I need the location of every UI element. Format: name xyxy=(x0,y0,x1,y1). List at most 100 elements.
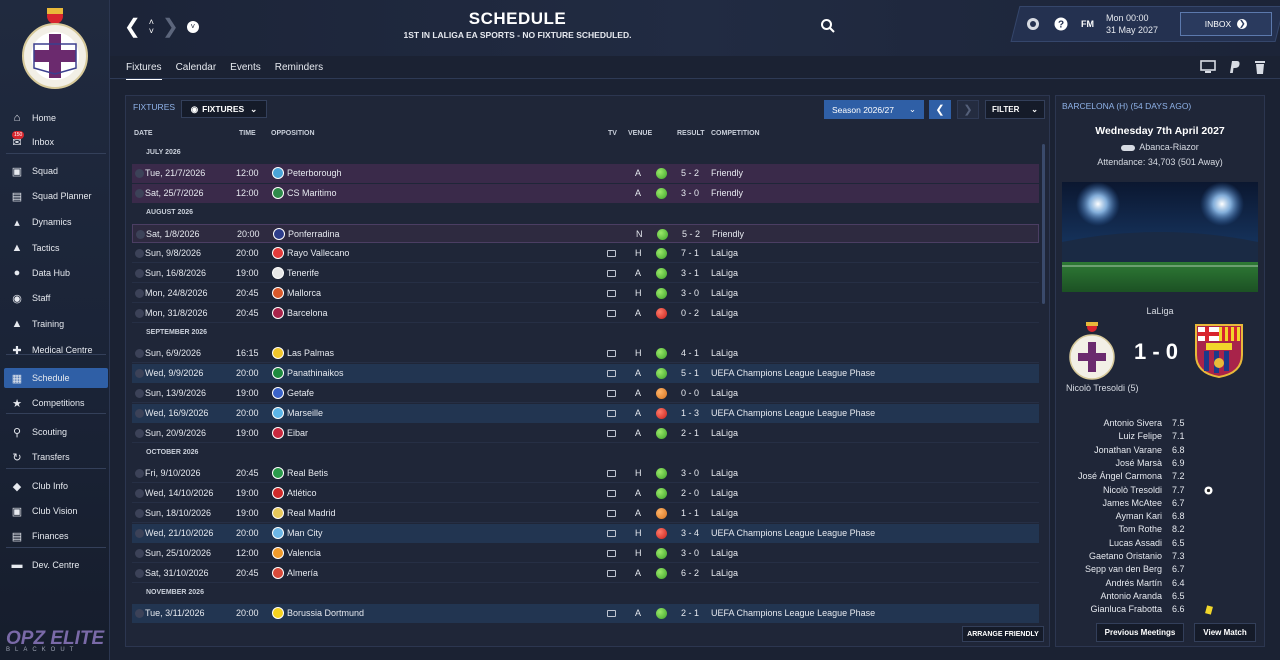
match-heading[interactable]: BARCELONA (H) (54 DAYS AGO) xyxy=(1062,101,1191,111)
goal-scorer[interactable]: Nicolò Tresoldi (5) xyxy=(1066,383,1139,393)
fixture-result[interactable]: 3 - 0 xyxy=(681,548,699,558)
fm-logo[interactable]: FM xyxy=(1081,19,1094,29)
select-dot[interactable] xyxy=(135,349,144,358)
col-result[interactable]: RESULT xyxy=(677,130,704,137)
select-dot[interactable] xyxy=(135,509,144,518)
opponent-name[interactable]: Real Betis xyxy=(287,468,328,478)
fixture-row[interactable]: Sat, 1/8/2026 20:00 Ponferradina N 5 - 2 Frie… xyxy=(132,224,1039,243)
select-dot[interactable] xyxy=(135,309,144,318)
fixture-competition[interactable]: UEFA Champions League League Phase xyxy=(711,408,875,418)
opponent-name[interactable]: Peterborough xyxy=(287,168,342,178)
fixture-row[interactable]: Tue, 3/11/2026 20:00 Borussia Dortmund A 2 -… xyxy=(132,604,1039,623)
fixture-row[interactable]: Sun, 18/10/2026 19:00 Real Madrid A 1 - 1 LaL… xyxy=(132,504,1039,523)
fixture-result[interactable]: 1 - 3 xyxy=(681,408,699,418)
select-dot[interactable] xyxy=(135,369,144,378)
fixture-row[interactable]: Mon, 24/8/2026 20:45 Mallorca H 3 - 0 LaLiga xyxy=(132,284,1039,303)
col-date[interactable]: DATE xyxy=(134,130,153,137)
fixture-competition[interactable]: LaLiga xyxy=(711,288,738,298)
monitor-icon[interactable] xyxy=(1200,59,1216,75)
sidebar-item-tactics[interactable]: ▲ Tactics xyxy=(4,238,108,258)
fixture-row[interactable]: Sat, 31/10/2026 20:45 Almería A 6 - 2 LaLiga xyxy=(132,564,1039,583)
lineup-player-row[interactable]: José Ángel Carmona 7.2 xyxy=(1056,471,1264,484)
sidebar-item-club-info[interactable]: ◆ Club Info xyxy=(4,476,108,496)
lineup-player-row[interactable]: Gaetano Oristanio 7.3 xyxy=(1056,551,1264,564)
lineup-player-row[interactable]: Nicolò Tresoldi 7.7 xyxy=(1056,485,1264,498)
fixture-row[interactable]: Sun, 16/8/2026 19:00 Tenerife A 3 - 1 LaLiga xyxy=(132,264,1039,283)
opponent-name[interactable]: Borussia Dortmund xyxy=(287,608,364,618)
opponent-name[interactable]: Real Madrid xyxy=(287,508,336,518)
opponent-name[interactable]: Ponferradina xyxy=(288,229,340,239)
col-opposition[interactable]: OPPOSITION xyxy=(271,130,315,137)
fixture-result[interactable]: 4 - 1 xyxy=(681,348,699,358)
sidebar-item-schedule[interactable]: ▦ Schedule xyxy=(4,368,108,388)
fixture-competition[interactable]: UEFA Champions League League Phase xyxy=(711,368,875,378)
sidebar-item-club-vision[interactable]: ▣ Club Vision xyxy=(4,501,108,521)
fixture-competition[interactable]: Friendly xyxy=(711,188,743,198)
arrange-friendly-button[interactable]: ARRANGE FRIENDLY xyxy=(962,626,1044,642)
fixture-result[interactable]: 3 - 4 xyxy=(681,528,699,538)
opponent-name[interactable]: Tenerife xyxy=(287,268,319,278)
opponent-name[interactable]: Marseille xyxy=(287,408,323,418)
fixture-competition[interactable]: UEFA Champions League League Phase xyxy=(711,528,875,538)
sidebar-item-dev-centre[interactable]: ▬ Dev. Centre xyxy=(4,555,108,575)
fixture-result[interactable]: 6 - 2 xyxy=(681,568,699,578)
fixture-row[interactable]: Sat, 25/7/2026 12:00 CS Maritimo A 3 - 0 Frie… xyxy=(132,184,1039,203)
filter-dropdown[interactable]: FILTER ⌄ xyxy=(985,100,1045,119)
fixture-competition[interactable]: LaLiga xyxy=(711,568,738,578)
col-tv[interactable]: TV xyxy=(608,130,617,137)
trash-icon[interactable] xyxy=(1252,59,1268,75)
select-dot[interactable] xyxy=(135,429,144,438)
lineup-player-row[interactable]: Gianluca Frabotta 6.6 xyxy=(1056,604,1264,617)
col-venue[interactable]: VENUE xyxy=(628,130,652,137)
select-dot[interactable] xyxy=(135,169,144,178)
select-dot[interactable] xyxy=(135,489,144,498)
fixture-result[interactable]: 3 - 0 xyxy=(681,288,699,298)
select-dot[interactable] xyxy=(135,409,144,418)
fixture-row[interactable]: Fri, 9/10/2026 20:45 Real Betis H 3 - 0 LaLig… xyxy=(132,464,1039,483)
select-dot[interactable] xyxy=(135,189,144,198)
fixture-row[interactable]: Wed, 9/9/2026 20:00 Panathinaikos A 5 - 1 UEF… xyxy=(132,364,1039,383)
sidebar-item-data-hub[interactable]: ● Data Hub xyxy=(4,263,108,283)
fixture-result[interactable]: 2 - 1 xyxy=(681,428,699,438)
lineup-player-row[interactable]: Luiz Felipe 7.1 xyxy=(1056,431,1264,444)
team-talk-icon[interactable] xyxy=(1025,16,1041,32)
fixture-result[interactable]: 5 - 2 xyxy=(681,168,699,178)
fixture-competition[interactable]: LaLiga xyxy=(711,348,738,358)
lineup-player-row[interactable]: Tom Rothe 8.2 xyxy=(1056,524,1264,537)
search-icon[interactable] xyxy=(820,18,836,34)
fixture-competition[interactable]: LaLiga xyxy=(711,268,738,278)
fixture-result[interactable]: 3 - 0 xyxy=(681,468,699,478)
lineup-player-row[interactable]: Antonio Aranda 6.5 xyxy=(1056,591,1264,604)
fixture-result[interactable]: 3 - 0 xyxy=(681,188,699,198)
sidebar-item-home[interactable]: ⌂ Home xyxy=(4,108,108,128)
fixture-row[interactable]: Sun, 6/9/2026 16:15 Las Palmas H 4 - 1 LaLiga xyxy=(132,344,1039,363)
opponent-name[interactable]: Las Palmas xyxy=(287,348,334,358)
select-dot[interactable] xyxy=(135,569,144,578)
fixtures-scrollbar[interactable] xyxy=(1042,144,1045,304)
opponent-name[interactable]: Man City xyxy=(287,528,323,538)
fixture-row[interactable]: Sun, 13/9/2026 19:00 Getafe A 0 - 0 LaLiga xyxy=(132,384,1039,403)
sidebar-item-training[interactable]: ▲ Training xyxy=(4,314,108,334)
lineup-player-row[interactable]: James McAtee 6.7 xyxy=(1056,498,1264,511)
fixture-competition[interactable]: LaLiga xyxy=(711,548,738,558)
fixture-competition[interactable]: LaLiga xyxy=(711,308,738,318)
lineup-player-row[interactable]: Sepp van den Berg 6.7 xyxy=(1056,564,1264,577)
lineup-player-row[interactable]: Jonathan Varane 6.8 xyxy=(1056,445,1264,458)
opponent-name[interactable]: Valencia xyxy=(287,548,321,558)
fixture-row[interactable]: Tue, 21/7/2026 12:00 Peterborough A 5 - 2 Fri… xyxy=(132,164,1039,183)
fixture-competition[interactable]: LaLiga xyxy=(711,468,738,478)
sidebar-item-squad-planner[interactable]: ▤ Squad Planner xyxy=(4,186,108,206)
away-club-crest[interactable] xyxy=(1192,321,1246,379)
sidebar-item-finances[interactable]: ▤ Finances xyxy=(4,526,108,546)
fixture-competition[interactable]: LaLiga xyxy=(711,428,738,438)
club-crest[interactable] xyxy=(20,4,90,90)
fixture-competition[interactable]: LaLiga xyxy=(711,508,738,518)
fixture-result[interactable]: 2 - 0 xyxy=(681,488,699,498)
fixture-row[interactable]: Sun, 25/10/2026 12:00 Valencia H 3 - 0 LaLiga xyxy=(132,544,1039,563)
select-dot[interactable] xyxy=(135,389,144,398)
home-club-crest[interactable] xyxy=(1068,320,1116,380)
select-dot[interactable] xyxy=(135,469,144,478)
select-dot[interactable] xyxy=(135,529,144,538)
fixture-row[interactable]: Sun, 20/9/2026 19:00 Eibar A 2 - 1 LaLiga xyxy=(132,424,1039,443)
fixture-result[interactable]: 1 - 1 xyxy=(681,508,699,518)
